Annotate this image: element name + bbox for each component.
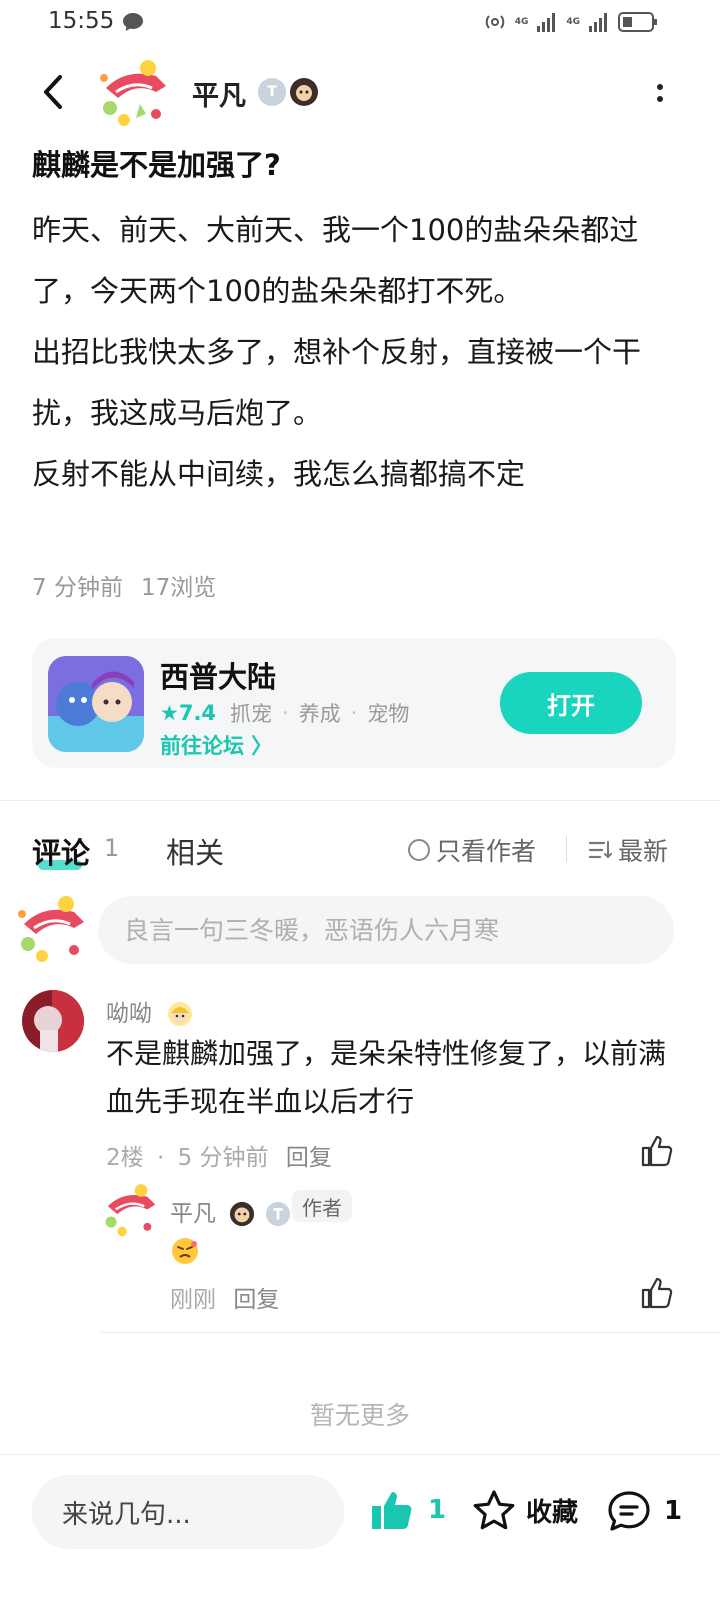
- tag-separator: ·: [350, 701, 358, 725]
- replier-name-text: 平凡: [170, 1201, 216, 1227]
- status-time: 15:55: [48, 8, 115, 34]
- network-label-1: 4G: [514, 17, 529, 27]
- status-bar: 15:55 4G 4G: [0, 0, 720, 48]
- replier-name[interactable]: 平凡: [170, 1194, 291, 1228]
- favorite-label: 收藏: [526, 1497, 579, 1528]
- chat-bubble-icon: [122, 12, 144, 36]
- comment-meta: 2楼 · 5 分钟前 回复: [106, 1138, 332, 1172]
- thumbs-up-icon: [641, 1135, 673, 1167]
- commenter-name[interactable]: 呦呦: [106, 994, 193, 1028]
- post-paragraph: 昨天、前天、大前天、我一个100的盐朵朵都过了，今天两个100的盐朵朵都打不死。: [32, 213, 639, 308]
- reply-like-button[interactable]: [640, 1276, 674, 1310]
- post-like-button[interactable]: 1: [370, 1489, 446, 1531]
- tabs-separator: [566, 836, 567, 862]
- reply-time: 刚刚: [170, 1287, 216, 1313]
- character-badge-icon: [168, 1002, 193, 1026]
- reply-divider: [100, 1332, 720, 1333]
- game-tag: 养成: [298, 702, 341, 726]
- game-icon: [48, 656, 144, 752]
- comments-count-bottom: 1: [664, 1496, 683, 1526]
- level-badge-label: T: [267, 84, 277, 100]
- meta-separator: ·: [156, 1145, 165, 1171]
- post-body: 昨天、前天、大前天、我一个100的盐朵朵都过了，今天两个100的盐朵朵都打不死。…: [32, 200, 688, 505]
- comment-like-button[interactable]: [640, 1134, 674, 1168]
- level-badge-icon: [265, 1201, 290, 1227]
- section-divider: [0, 800, 720, 801]
- star-icon: [473, 1490, 515, 1530]
- game-tag: 抓宠: [230, 702, 273, 726]
- comment-time: 5 分钟前: [177, 1145, 269, 1171]
- more-options-button[interactable]: [648, 78, 672, 108]
- sort-icon: [588, 841, 612, 859]
- post-paragraph: 反射不能从中间续，我怎么搞都搞不定: [32, 457, 526, 491]
- author-name[interactable]: 平凡: [192, 74, 246, 113]
- network-label-2: 4G: [566, 17, 580, 27]
- author-avatar[interactable]: [96, 58, 172, 130]
- only-author-label: 只看作者: [436, 837, 537, 866]
- sort-label: 最新: [618, 837, 669, 866]
- comments-count: 1: [104, 834, 120, 862]
- reply-reply-button[interactable]: 回复: [233, 1287, 279, 1313]
- comment-tabs: 评论 1 相关 只看作者 最新: [0, 822, 720, 882]
- level-badge: T: [258, 78, 286, 106]
- author-tag: 作者: [292, 1190, 352, 1222]
- comments-button[interactable]: 1: [606, 1489, 682, 1533]
- thumbs-up-filled-icon: [372, 1492, 412, 1529]
- commenter-name-text: 呦呦: [106, 1001, 152, 1027]
- post-time: 7 分钟前: [32, 575, 123, 601]
- reply-meta: 刚刚 回复: [170, 1280, 279, 1314]
- character-badge-icon: [230, 1201, 255, 1227]
- more-dot: [657, 96, 663, 102]
- game-name: 西普大陆: [160, 660, 277, 694]
- battery-icon: [618, 12, 657, 32]
- comment-bubble-icon: [608, 1491, 650, 1531]
- more-dot: [657, 84, 663, 90]
- open-game-button[interactable]: 打开: [500, 672, 642, 734]
- status-icons: 4G 4G: [483, 10, 658, 34]
- like-count: 1: [428, 1495, 447, 1525]
- post-paragraph: 出招比我快太多了，想补个反射，直接被一个干扰，我这成马后炮了。: [32, 335, 642, 430]
- favorite-button[interactable]: 收藏: [472, 1489, 578, 1531]
- comment-floor: 2楼: [106, 1145, 144, 1171]
- game-rating: ★7.4: [160, 701, 217, 725]
- tab-related[interactable]: 相关: [166, 830, 224, 872]
- comment-reply-button[interactable]: 回复: [286, 1145, 332, 1171]
- emoji-sticker-icon: [170, 1236, 200, 1266]
- tag-separator: ·: [282, 701, 289, 725]
- post-title: 麒麟是不是加强了?: [32, 148, 281, 182]
- only-author-toggle[interactable]: 只看作者: [408, 832, 536, 868]
- post-meta: 7 分钟前 17浏览: [32, 568, 216, 602]
- comment-input[interactable]: [98, 896, 674, 964]
- game-tags: ★7.4 抓宠 · 养成 · 宠物: [160, 698, 409, 728]
- character-badge-icon: [290, 78, 318, 106]
- thumbs-up-icon: [641, 1277, 673, 1309]
- no-more-label: 暂无更多: [309, 1401, 410, 1430]
- replier-avatar[interactable]: [100, 1182, 160, 1240]
- current-user-avatar: [14, 894, 90, 966]
- post-header: 平凡 T: [0, 56, 720, 132]
- game-forum-link[interactable]: 前往论坛 〉: [160, 730, 272, 760]
- bottom-comment-input[interactable]: 来说几句...: [32, 1475, 344, 1549]
- back-button[interactable]: [34, 72, 74, 112]
- back-icon: [44, 75, 62, 109]
- tab-comments[interactable]: 评论: [32, 830, 90, 872]
- post-views: 17浏览: [140, 575, 217, 601]
- signal-icon-1: [537, 13, 556, 32]
- comment-input-row: [0, 890, 720, 970]
- comment-text: 不是麒麟加强了，是朵朵特性修复了，以前满血先手现在半血以后才行: [106, 1037, 667, 1118]
- sort-button[interactable]: 最新: [588, 832, 668, 868]
- bottom-action-bar: 来说几句... 1 收藏 1: [0, 1454, 720, 1600]
- hotspot-icon: [485, 15, 504, 29]
- commenter-avatar[interactable]: [22, 990, 84, 1052]
- radio-circle-icon: [408, 839, 430, 861]
- signal-icon-2: [589, 13, 607, 32]
- game-tag: 宠物: [367, 702, 410, 726]
- game-card[interactable]: 西普大陆 ★7.4 抓宠 · 养成 · 宠物 前往论坛 〉 打开: [32, 638, 676, 768]
